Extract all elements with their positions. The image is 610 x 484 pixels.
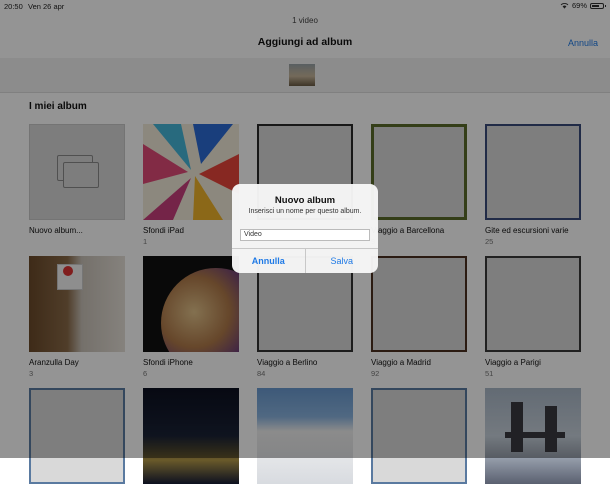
dialog-message: Inserisci un nome per questo album.: [248, 208, 362, 215]
album-name-input[interactable]: Video: [240, 229, 370, 241]
dialog-cancel-button[interactable]: Annulla: [232, 249, 306, 273]
dialog-buttons: Annulla Salva: [232, 248, 378, 273]
new-album-dialog: Nuovo album Inserisci un nome per questo…: [232, 184, 378, 273]
dialog-save-button[interactable]: Salva: [306, 249, 379, 273]
dialog-title: Nuovo album: [274, 195, 336, 206]
